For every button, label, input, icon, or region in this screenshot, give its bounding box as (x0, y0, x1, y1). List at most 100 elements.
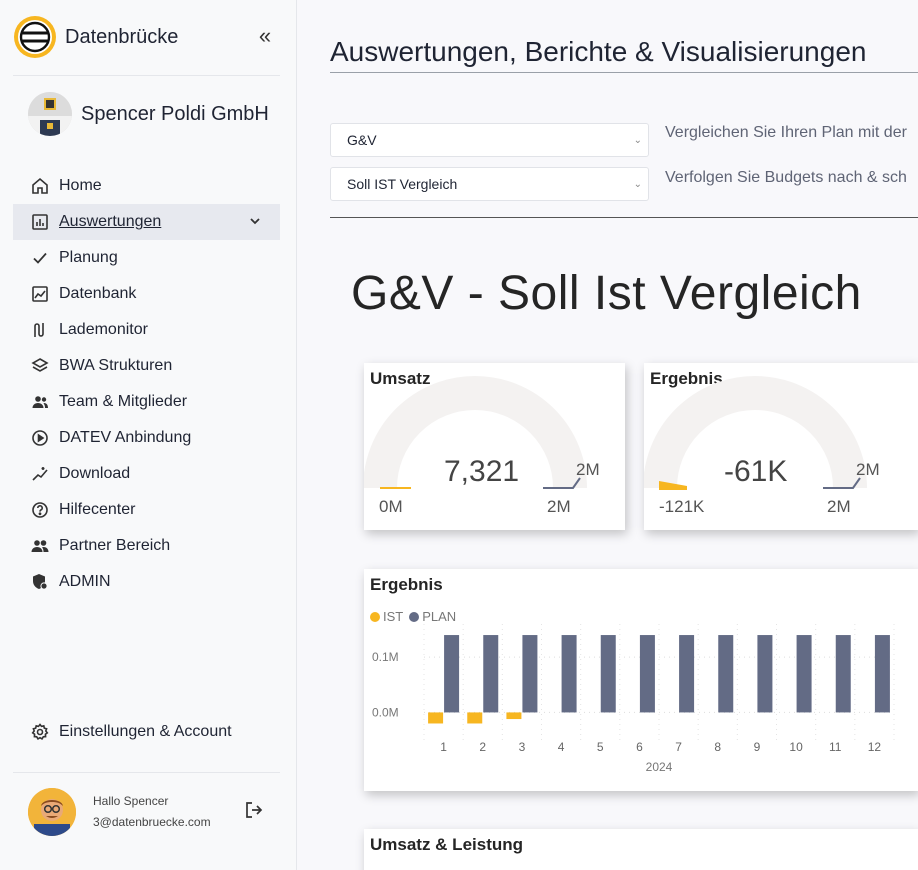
user-email: 3@datenbruecke.com (93, 815, 211, 829)
sidebar-item-label: Download (59, 465, 131, 482)
company-switcher[interactable]: Spencer Poldi GmbH (28, 92, 269, 136)
chart-card-umsatz-leistung[interactable]: Umsatz & Leistung (364, 829, 918, 870)
chevron-down-icon: ⌄ (633, 179, 642, 190)
sidebar-item-planung[interactable]: Planung (13, 240, 280, 276)
gauge-card-ergebnis[interactable]: Ergebnis -61K -121K 2M 2M (644, 363, 918, 530)
sidebar-item-bwa-strukturen[interactable]: BWA Strukturen (13, 348, 280, 384)
x-tick-label: 2 (479, 740, 486, 754)
sidebar-item-lademonitor[interactable]: Lademonitor (13, 312, 280, 348)
report-type-value: Soll IST Vergleich (347, 176, 458, 192)
chart-bar-icon (32, 214, 48, 230)
bar-plan (718, 635, 734, 713)
sidebar-item-datenbank[interactable]: Datenbank (13, 276, 280, 312)
page-title: Auswertungen, Berichte & Visualisierunge… (330, 36, 867, 67)
x-tick-label: 5 (597, 740, 604, 754)
chart-card-ergebnis[interactable]: Ergebnis IST PLAN 0.0M 0.1M 1 2 3 4 5 6 7 8 9 10 11 1… (364, 569, 918, 791)
bar-plan (757, 635, 773, 713)
x-tick-label: 11 (829, 740, 842, 754)
gauge-target-label: 2M (576, 460, 600, 479)
user-greeting: Hallo Spencer (93, 794, 169, 808)
bar-plan (444, 635, 460, 713)
gauge-min-label: -121K (659, 497, 705, 516)
report-type-select[interactable]: Soll IST Vergleich ⌄ (330, 167, 649, 201)
filter-divider (330, 217, 918, 218)
help-circle-icon (32, 502, 48, 518)
sidebar-item-label: ADMIN (59, 573, 111, 590)
bar-ist (506, 712, 522, 720)
check-icon (33, 252, 47, 264)
user-info: Hallo Spencer 3@datenbruecke.com (93, 791, 211, 833)
brand[interactable]: Datenbrücke (12, 14, 178, 60)
layers-icon (31, 358, 49, 372)
sidebar-item-settings[interactable]: Einstellungen & Account (13, 714, 280, 750)
user-profile[interactable]: Hallo Spencer 3@datenbruecke.com (28, 788, 211, 836)
sidebar-item-label: Einstellungen & Account (59, 723, 232, 740)
gauge-max-label: 2M (827, 497, 851, 516)
x-tick-label: 8 (714, 740, 721, 754)
gauge-min-label: 0M (379, 497, 403, 516)
x-tick-label: 6 (636, 740, 643, 754)
bar-plan (483, 635, 499, 713)
sidebar: Datenbrücke « Spencer Poldi GmbH Home Au… (0, 0, 297, 870)
ergebnis-bar-chart: 0.0M0.1M1 2 3 4 5 6 7 8 9 10 11 122024 (372, 624, 895, 774)
team-icon (32, 396, 48, 408)
bar-ist (428, 712, 444, 724)
sidebar-item-label: Team & Mitglieder (59, 393, 188, 410)
sidebar-item-home[interactable]: Home (13, 168, 280, 204)
sparkle-chart-icon (32, 467, 48, 481)
shield-admin-icon (33, 574, 48, 590)
company-name: Spencer Poldi GmbH (81, 102, 269, 125)
sidebar-item-partner[interactable]: Partner Bereich (13, 528, 280, 564)
collapse-sidebar-icon[interactable]: « (252, 25, 278, 48)
card-title: Umsatz & Leistung (370, 835, 524, 854)
y-tick-label: 0.1M (372, 650, 399, 664)
sidebar-item-label: Datenbank (59, 285, 137, 302)
company-avatar (28, 92, 72, 136)
gear-icon (31, 723, 49, 740)
y-tick-label: 0.0M (372, 705, 399, 719)
sidebar-nav: Home Auswertungen Planung Datenbank Lade… (13, 168, 280, 600)
gauge-max-label: 2M (547, 497, 571, 516)
x-tick-label: 12 (868, 740, 882, 754)
chevron-down-icon: ⌄ (633, 135, 642, 146)
report-title: G&V - Soll Ist Vergleich (351, 267, 862, 320)
gauge-value: 7,321 (444, 455, 520, 488)
sidebar-item-hilfecenter[interactable]: Hilfecenter (13, 492, 280, 528)
sidebar-item-label: Auswertungen (59, 213, 162, 230)
route-icon (34, 323, 44, 337)
sidebar-item-datev[interactable]: DATEV Anbindung (13, 420, 280, 456)
bar-plan (561, 635, 577, 713)
brand-logo-icon (14, 16, 56, 58)
home-icon (32, 177, 48, 194)
partner-icon (31, 540, 49, 552)
sidebar-item-label: Hilfecenter (59, 501, 136, 518)
title-divider (330, 72, 918, 73)
sidebar-item-admin[interactable]: ADMIN (13, 564, 280, 600)
settings-section: Einstellungen & Account (13, 714, 280, 750)
sidebar-item-label: Planung (59, 249, 118, 266)
sidebar-item-auswertungen[interactable]: Auswertungen (13, 204, 280, 240)
sidebar-item-label: Partner Bereich (59, 537, 171, 554)
report-category-hint: Vergleichen Sie Ihren Plan mit der (665, 124, 907, 141)
x-tick-label: 4 (558, 740, 565, 754)
bar-plan (679, 635, 695, 713)
sidebar-item-label: Lademonitor (59, 321, 148, 338)
logout-icon[interactable] (244, 800, 264, 820)
report-category-select[interactable]: G&V ⌄ (330, 123, 649, 157)
sidebar-item-label: DATEV Anbindung (59, 429, 192, 446)
brand-name: Datenbrücke (65, 25, 179, 48)
bar-plan (639, 635, 655, 713)
chevron-down-icon (250, 218, 260, 225)
divider (13, 75, 280, 76)
sidebar-item-download[interactable]: Download (13, 456, 280, 492)
gauge-umsatz (364, 376, 587, 489)
gauge-card-umsatz[interactable]: Umsatz 7,321 0M 2M 2M (364, 363, 625, 530)
sidebar-item-team[interactable]: Team & Mitglieder (13, 384, 280, 420)
bar-ist (467, 712, 483, 724)
x-tick-label: 10 (789, 740, 803, 754)
bar-plan (600, 635, 616, 713)
avatar (28, 788, 76, 836)
report-type-hint: Verfolgen Sie Budgets nach & sch (665, 169, 907, 186)
gauge-value: -61K (724, 455, 788, 488)
bar-plan (874, 635, 890, 713)
